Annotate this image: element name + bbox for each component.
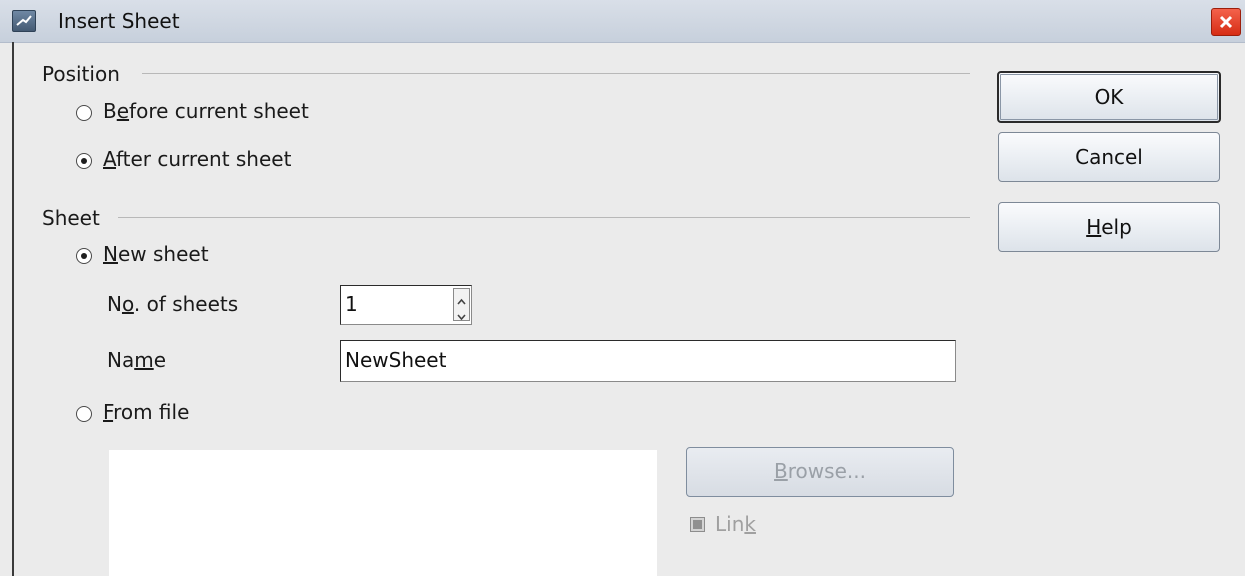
cancel-button[interactable]: Cancel xyxy=(998,132,1220,182)
radio-before-label: Before current sheet xyxy=(103,99,309,123)
ok-button[interactable]: OK xyxy=(997,71,1221,123)
radio-circle-selected[interactable] xyxy=(76,248,92,264)
close-icon xyxy=(1219,15,1233,29)
checkbox-box[interactable] xyxy=(690,517,705,532)
radio-circle[interactable] xyxy=(76,406,92,422)
sheet-name-value[interactable]: NewSheet xyxy=(345,348,446,372)
dialog-title-bar[interactable]: Insert Sheet xyxy=(0,0,1245,43)
no-of-sheets-spinbox[interactable]: 1 xyxy=(340,285,472,325)
app-icon xyxy=(12,10,36,32)
browse-button[interactable]: Browse... xyxy=(686,447,954,497)
spin-up-icon[interactable] xyxy=(454,290,469,305)
spin-down-icon[interactable] xyxy=(454,305,469,321)
link-label: Link xyxy=(715,512,756,536)
spin-buttons[interactable] xyxy=(453,288,470,321)
sheet-group-label: Sheet xyxy=(42,206,100,230)
radio-after-label: After current sheet xyxy=(103,147,292,171)
sheet-separator xyxy=(118,217,970,218)
no-of-sheets-label: No. of sheets xyxy=(107,292,239,316)
radio-from-file-label: From file xyxy=(103,400,190,424)
dialog-title: Insert Sheet xyxy=(58,9,180,33)
no-of-sheets-value[interactable]: 1 xyxy=(345,292,358,316)
position-group-label: Position xyxy=(42,62,120,86)
radio-new-sheet-label: New sheet xyxy=(103,242,209,266)
name-label: Name xyxy=(107,348,167,372)
close-button[interactable] xyxy=(1211,8,1241,36)
window-left-border xyxy=(12,42,14,576)
help-button[interactable]: Help xyxy=(998,202,1220,252)
radio-circle[interactable] xyxy=(76,105,92,121)
sheet-name-input[interactable]: NewSheet xyxy=(340,340,956,382)
file-sheet-list[interactable] xyxy=(109,450,657,576)
position-separator xyxy=(142,73,970,74)
radio-circle-selected[interactable] xyxy=(76,153,92,169)
